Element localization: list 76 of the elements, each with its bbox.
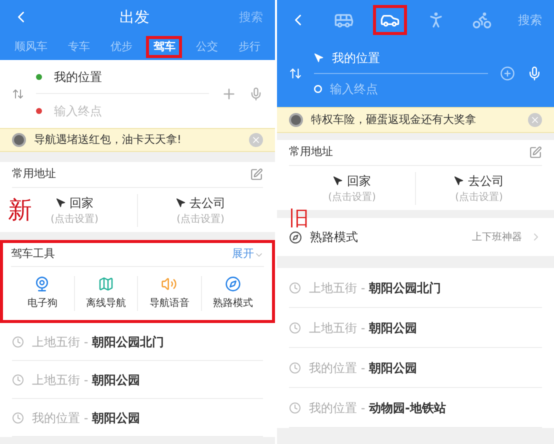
address-shortcut[interactable]: 回家 (点击设置) [328,172,376,204]
section-title: 驾车工具 [11,246,55,262]
address-shortcut[interactable]: 去公司 (点击设置) [176,194,226,226]
tool-button[interactable]: 电子狗 [11,276,74,310]
map-icon [98,276,114,292]
shortcut-label: 回家 [347,172,371,190]
edit-icon[interactable] [529,146,542,159]
shortcut-hint: (点击设置) [50,212,98,226]
history-text: 我的位置 - 朝阳公园 [309,360,417,376]
clock-icon [289,322,301,334]
promo-banner[interactable]: 特权车险，砸蛋返现金还有大奖拿 [277,107,554,133]
history-item[interactable]: 上地五街 - 朝阳公园 [289,308,542,348]
row-title: 熟路模式 [310,229,359,246]
row-detail: 上下班神器 [472,230,522,244]
tool-button[interactable]: 导航语音 [137,276,200,310]
clock-icon [12,374,24,386]
emblem-icon [289,113,303,127]
edit-icon[interactable] [250,168,263,181]
swap-icon[interactable] [12,88,24,100]
shortcut-label: 回家 [70,194,94,212]
section-title: 常用地址 [12,166,56,182]
microphone-icon[interactable] [527,66,542,81]
shortcut-label: 去公司 [190,194,226,212]
section-title: 常用地址 [289,144,333,160]
clock-icon [289,362,301,374]
location-arrow-icon [314,53,324,63]
clock-icon [289,402,301,414]
tool-button[interactable]: 离线导航 [74,276,137,310]
destination-field[interactable]: 输入终点 [330,80,450,98]
history-text: 我的位置 - 动物园-地铁站 [309,400,446,416]
travel-mode-tab[interactable] [372,5,406,35]
history-text: 我的位置 - 朝阳公园 [32,410,140,426]
shortcut-hint: (点击设置) [328,190,376,204]
history-item[interactable]: 上地五街 - 朝阳公园北门 [289,268,542,308]
annotation-label: 新 [8,198,32,222]
start-field[interactable]: 我的位置 [54,68,102,86]
shortcut-label: 去公司 [468,172,504,190]
destination-circle-icon [314,84,322,92]
bicycle-icon [472,10,492,30]
add-stop-icon[interactable] [500,66,515,81]
webcam-icon [34,276,50,292]
clock-icon [12,412,24,424]
emblem-icon [12,133,26,147]
close-icon[interactable] [249,133,263,147]
promo-banner[interactable]: 导航遇堵送红包，油卡天天拿! [0,128,275,152]
history-item[interactable]: 我的位置 - 朝阳公园 [289,348,542,388]
close-icon[interactable] [528,113,542,127]
microphone-icon[interactable] [249,87,263,101]
page-title: 出发 [120,6,150,28]
speaker-icon [161,276,178,292]
history-item[interactable]: 上地五街 - 朝阳公园北门 [12,323,263,361]
history-text: 上地五街 - 朝阳公园 [309,320,417,336]
shortcut-hint: (点击设置) [455,190,503,204]
clock-icon [289,282,301,294]
shortcut-hint: (点击设置) [176,212,224,226]
add-stop-icon[interactable] [221,86,237,102]
address-shortcut[interactable]: 去公司 (点击设置) [454,172,504,204]
history-item[interactable]: 我的位置 - 动物园-地铁站 [289,388,542,428]
clock-icon [12,336,24,348]
swap-icon[interactable] [289,67,302,80]
compass-icon [289,230,302,244]
location-arrow-icon [56,198,66,208]
location-arrow-icon [333,176,343,186]
history-text: 上地五街 - 朝阳公园北门 [309,280,441,296]
tool-button[interactable]: 熟路模式 [200,276,264,310]
history-text: 上地五街 - 朝阳公园北门 [32,334,164,350]
address-shortcut[interactable]: 回家 (点击设置) [50,194,98,226]
banner-text: 特权车险，砸蛋返现金还有大奖拿 [311,112,477,128]
compass-icon [224,276,241,292]
banner-text: 导航遇堵送红包，油卡天天拿! [34,132,182,148]
history-item[interactable]: 我的位置 - 朝阳公园 [12,399,263,437]
location-arrow-icon [176,198,186,208]
location-arrow-icon [454,176,464,186]
history-item[interactable]: 上地五街 - 朝阳公园 [12,361,263,399]
destination-field[interactable]: 输入终点 [54,102,174,120]
history-text: 上地五街 - 朝阳公园 [32,372,140,388]
